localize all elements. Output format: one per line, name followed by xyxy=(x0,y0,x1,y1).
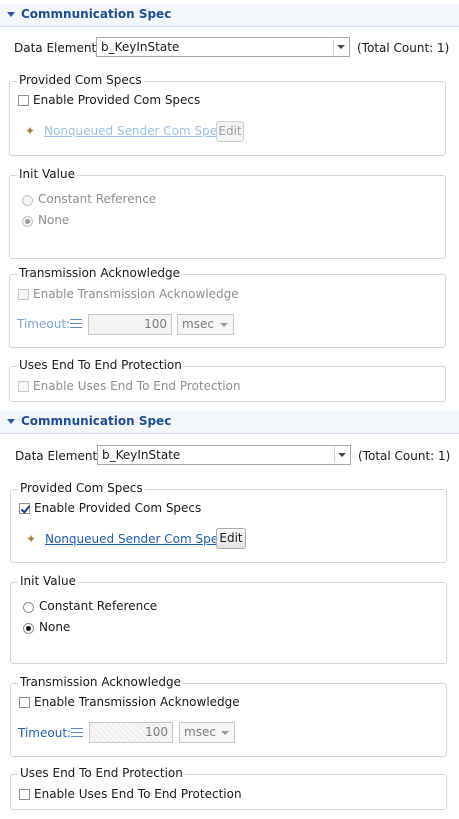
communication-spec-panel-2: Commnunication Spec Data Elements b_KeyI… xyxy=(0,411,459,819)
nonqueued-sender-link[interactable]: Nonqueued Sender Com Spec xyxy=(45,532,225,546)
chevron-down-icon xyxy=(221,731,229,735)
none-label: None xyxy=(38,213,70,227)
dropdown-button[interactable] xyxy=(334,447,349,463)
enable-provided-label: Enable Provided Com Specs xyxy=(33,93,201,107)
enable-transmission-label: Enable Transmission Acknowledge xyxy=(33,287,239,301)
constant-reference-label: Constant Reference xyxy=(38,192,157,206)
none-radio[interactable] xyxy=(22,216,33,227)
constant-reference-radio[interactable] xyxy=(23,602,34,613)
enable-provided-checkbox[interactable] xyxy=(19,503,30,514)
group-title: Provided Com Specs xyxy=(17,73,144,87)
section-title: Commnunication Spec xyxy=(21,7,172,21)
edit-button[interactable]: Edit xyxy=(216,528,246,549)
timeout-unit-value: msec xyxy=(182,317,214,331)
edit-button[interactable]: Edit xyxy=(216,121,244,142)
group-title: Init Value xyxy=(18,574,78,588)
group-title: Uses End To End Protection xyxy=(18,766,185,780)
total-count: (Total Count: 1) xyxy=(358,449,451,463)
enable-e2e-checkbox[interactable] xyxy=(19,789,30,800)
nonqueued-sender-link[interactable]: Nonqueued Sender Com Spec xyxy=(44,124,224,138)
data-elements-combo[interactable]: b_KeyInState xyxy=(96,37,350,57)
group-title: Uses End To End Protection xyxy=(17,358,184,372)
timeout-unit-combo[interactable]: msec xyxy=(177,314,234,335)
total-count: (Total Count: 1) xyxy=(357,41,450,55)
constant-reference-label: Constant Reference xyxy=(39,599,158,613)
chevron-down-icon xyxy=(337,45,345,49)
list-icon[interactable] xyxy=(70,319,82,328)
com-spec-star-icon: ✦ xyxy=(25,124,36,138)
none-radio[interactable] xyxy=(23,623,34,634)
timeout-unit-combo[interactable]: msec xyxy=(179,722,235,743)
none-label: None xyxy=(39,620,71,634)
list-icon[interactable] xyxy=(71,728,83,737)
init-value-group: Init Value xyxy=(10,574,447,664)
enable-provided-label: Enable Provided Com Specs xyxy=(34,501,202,515)
data-elements-label: Data Elements xyxy=(15,449,104,463)
enable-e2e-label: Enable Uses End To End Protection xyxy=(34,787,242,801)
group-title: Transmission Acknowledge xyxy=(17,266,182,280)
chevron-down-icon xyxy=(220,323,228,327)
collapse-triangle-icon[interactable] xyxy=(7,419,15,424)
section-title: Commnunication Spec xyxy=(21,414,172,428)
com-spec-star-icon: ✦ xyxy=(26,532,37,546)
enable-provided-checkbox[interactable] xyxy=(18,95,29,106)
group-title: Transmission Acknowledge xyxy=(18,675,183,689)
section-header[interactable]: Commnunication Spec xyxy=(0,4,459,27)
data-elements-label: Data Elements xyxy=(14,41,103,55)
timeout-label: Timeout: xyxy=(17,317,71,331)
timeout-label: Timeout: xyxy=(18,726,72,740)
enable-e2e-checkbox[interactable] xyxy=(18,381,29,392)
timeout-unit-value: msec xyxy=(184,725,216,739)
enable-transmission-label: Enable Transmission Acknowledge xyxy=(34,695,240,709)
group-title: Init Value xyxy=(17,167,77,181)
timeout-value-field[interactable]: 100 xyxy=(89,722,173,743)
timeout-value-field[interactable]: 100 xyxy=(88,314,172,335)
constant-reference-radio[interactable] xyxy=(22,195,33,206)
collapse-triangle-icon[interactable] xyxy=(7,12,15,17)
data-elements-value: b_KeyInState xyxy=(102,448,181,462)
dropdown-button[interactable] xyxy=(333,39,348,55)
enable-transmission-checkbox[interactable] xyxy=(18,289,29,300)
group-title: Provided Com Specs xyxy=(18,481,145,495)
communication-spec-panel-1: Commnunication Spec Data Elements b_KeyI… xyxy=(0,4,459,404)
section-header[interactable]: Commnunication Spec xyxy=(0,411,459,434)
enable-e2e-label: Enable Uses End To End Protection xyxy=(33,379,241,393)
data-elements-combo[interactable]: b_KeyInState xyxy=(97,445,351,465)
data-elements-value: b_KeyInState xyxy=(101,40,180,54)
chevron-down-icon xyxy=(338,453,346,457)
transmission-acknowledge-group: Transmission Acknowledge xyxy=(9,266,446,348)
init-value-group: Init Value xyxy=(9,167,446,259)
enable-transmission-checkbox[interactable] xyxy=(19,697,30,708)
